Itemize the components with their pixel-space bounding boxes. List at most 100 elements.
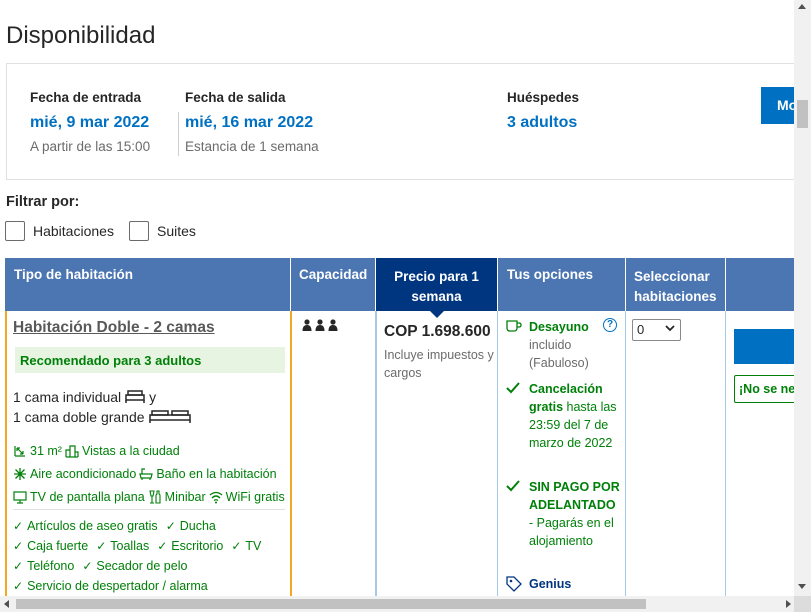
option-no-prepayment: SIN PAGO POR ADELANTADO - Pagarás en el a… [506,478,620,550]
facilities-row-2: Caja fuerte Toallas Escritorio TV [13,539,261,553]
guests-block[interactable]: Huéspedes 3 adultos [507,90,579,132]
date-divider [178,112,179,156]
guests-label: Huéspedes [507,90,580,105]
amenity-private-bath: Baño en la habitación [156,467,277,481]
room-quantity-value: 0 [637,322,645,337]
nopay-title: SIN PAGO POR ADELANTADO [529,480,620,512]
room-type-cell: Habitación Doble - 2 camas Recomendado p… [5,311,292,601]
snowflake-icon [14,468,26,480]
help-icon[interactable]: ? [603,318,617,332]
facility-shower: Ducha [166,519,216,533]
header-capacity: Capacidad [291,258,376,311]
facility-desk: Escritorio [157,539,223,553]
price-note: Incluye impuestos y cargos [384,348,494,380]
amenities-row-2: Aire acondicionado Baño en la habitación [13,467,277,481]
coffee-cup-icon [506,320,522,332]
scroll-left-arrow[interactable] [4,600,9,608]
scrollbar-corner [794,596,811,612]
breakfast-title: Desayuno [529,320,589,334]
options-cell: Desayuno incluido (Fabuloso) ? Cancelació… [498,311,626,601]
room-quantity-select[interactable]: 0 [632,319,681,341]
checkin-date[interactable]: mié, 9 mar 2022 [30,114,150,132]
guests-value[interactable]: 3 adultos [507,114,579,132]
checkmark-icon [506,480,520,492]
amenity-city-view: Vistas a la ciudad [81,444,180,458]
filter-suites-label[interactable]: Suites [157,223,196,239]
room-size: 31 m² [30,444,62,458]
facility-phone: Teléfono [13,559,74,573]
recommended-badge: Recomendado para 3 adultos [15,347,285,373]
amenity-minibar: Minibar [164,490,206,504]
facility-tv: TV [231,539,261,553]
checkin-block[interactable]: Fecha de entrada mié, 9 mar 2022 A parti… [30,90,150,154]
booking-summary: Fecha de entrada mié, 9 mar 2022 A parti… [6,63,807,180]
option-genius: Genius [506,575,620,593]
double-bed-icon [148,410,191,423]
facility-safe: Caja fuerte [13,539,88,553]
checkout-label: Fecha de salida [185,90,286,105]
facilities-row-1: Artículos de aseo gratis Ducha [13,519,216,533]
header-options: Tus opciones [498,258,626,311]
checkout-block[interactable]: Fecha de salida mié, 16 mar 2022 Estanci… [185,90,319,154]
three-persons-icon [302,319,338,331]
city-view-icon [65,445,79,458]
amenity-tv: TV de pantalla plana [30,490,145,504]
vertical-scrollbar[interactable] [794,0,811,596]
amenity-wifi: WiFi gratis [225,490,285,504]
amenities-row-3: TV de pantalla plana Minibar WiFi gratis [13,490,285,504]
filter-rooms-label[interactable]: Habitaciones [33,223,114,239]
tag-icon [506,576,522,592]
facility-towels: Toallas [96,539,149,553]
facility-wakeup: Servicio de despertador / alarma [13,579,208,593]
bed-single-label: 1 cama individual [13,389,122,405]
header-price-label: Precio para 1 semana [394,269,479,304]
checkout-note: Estancia de 1 semana [185,139,319,154]
bed-double-label: 1 cama doble grande [13,409,145,425]
bed-double: 1 cama doble grande [13,409,191,425]
checkin-label: Fecha de entrada [30,90,142,105]
filter-rooms-checkbox[interactable] [5,221,25,241]
amenity-ac: Aire acondicionado [30,467,137,481]
facilities-row-3: Teléfono Secador de pelo [13,559,187,573]
breakfast-text: incluido (Fabuloso) [529,338,589,370]
tv-icon [13,491,27,504]
header-price: Precio para 1 semana [376,258,498,318]
scroll-right-arrow[interactable] [786,600,791,608]
wifi-icon [209,491,223,504]
option-cancellation: Cancelación gratis hasta las 23:59 del 7… [506,380,620,452]
room-size-icon [14,446,25,457]
filter-suites[interactable]: Suites [129,221,196,241]
room-price: COP 1.698.600 [384,323,491,340]
vertical-scroll-thumb[interactable] [797,100,808,128]
horizontal-scroll-thumb[interactable] [16,599,646,609]
facility-hairdryer: Secador de pelo [82,559,187,573]
capacity-cell [292,311,376,601]
bed-single: 1 cama individual y [13,389,156,405]
page-title: Disponibilidad [6,22,156,49]
select-cell: 0 [626,311,726,601]
room-name-link[interactable]: Habitación Doble - 2 camas [13,319,215,337]
filter-suites-checkbox[interactable] [129,221,149,241]
amenities-row-1: 31 m² Vistas a la ciudad [13,444,180,458]
nopay-text: - Pagarás en el alojamiento [529,516,614,548]
filter-label: Filtrar por: [6,194,80,210]
single-bed-icon [125,390,145,403]
facility-toiletries: Artículos de aseo gratis [13,519,158,533]
scroll-up-arrow[interactable] [798,4,806,9]
chevron-down-icon [665,325,675,332]
checkmark-icon [506,382,520,394]
facilities-row-4: Servicio de despertador / alarma [13,579,208,593]
header-select: Seleccionar habitaciones [626,258,726,311]
checkin-note: A partir de las 15:00 [30,139,151,154]
horizontal-scrollbar[interactable] [0,596,811,612]
minibar-icon [149,490,161,504]
price-cell: COP 1.698.600 Incluye impuestos y cargos [376,311,498,601]
bed-conjunction: y [149,389,157,405]
bathtub-icon [139,468,154,480]
header-room-type: Tipo de habitación [5,258,291,311]
genius-label[interactable]: Genius [529,577,571,591]
checkout-date[interactable]: mié, 16 mar 2022 [185,114,319,132]
amenity-divider [13,509,285,510]
filter-rooms[interactable]: Habitaciones [5,221,114,241]
scroll-down-arrow[interactable] [798,584,806,589]
